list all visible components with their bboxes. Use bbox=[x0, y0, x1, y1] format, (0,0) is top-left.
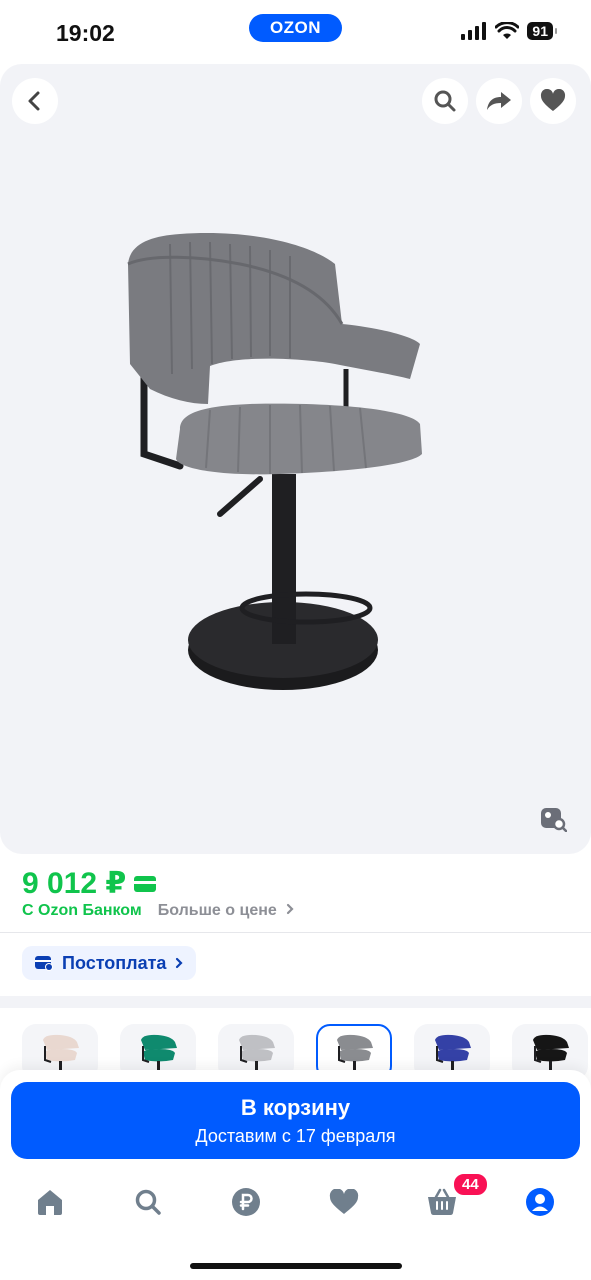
price-block: 9 012 ₽ С Ozon Банком Больше о цене Пост… bbox=[0, 856, 591, 996]
more-about-price-label: Больше о цене bbox=[157, 902, 277, 919]
search-icon bbox=[434, 90, 456, 112]
wallet-icon bbox=[35, 956, 53, 971]
tab-favorites[interactable] bbox=[324, 1182, 364, 1222]
tab-home[interactable] bbox=[30, 1182, 70, 1222]
cart-title: В корзину bbox=[240, 1095, 351, 1120]
section-separator bbox=[0, 996, 591, 1008]
ruble-icon bbox=[232, 1188, 260, 1216]
home-icon bbox=[38, 1190, 62, 1215]
cart-icon bbox=[428, 1188, 456, 1215]
cart-panel: В корзину Доставим с 17 февраля bbox=[0, 1070, 591, 1180]
price-details-row[interactable]: С Ozon Банком Больше о цене bbox=[22, 902, 295, 920]
favorite-button[interactable] bbox=[530, 78, 576, 124]
cart-count-badge: 44 bbox=[452, 1172, 489, 1197]
chevron-right-icon bbox=[176, 957, 183, 969]
share-icon bbox=[487, 92, 511, 110]
bank-card-icon bbox=[134, 875, 157, 892]
status-time: 19:02 bbox=[56, 20, 115, 46]
home-indicator bbox=[190, 1263, 402, 1269]
profile-icon bbox=[526, 1188, 554, 1216]
battery-indicator: 91 bbox=[527, 22, 557, 40]
delivery-date: Доставим с 17 февраля bbox=[195, 1126, 396, 1146]
cellular-signal-icon bbox=[461, 22, 487, 40]
heart-icon bbox=[329, 1188, 359, 1214]
heart-icon bbox=[540, 89, 566, 111]
chevron-right-icon bbox=[287, 903, 294, 915]
tab-search[interactable] bbox=[128, 1182, 168, 1222]
tab-profile[interactable] bbox=[520, 1182, 560, 1222]
product-gallery[interactable] bbox=[0, 64, 591, 854]
visual-search-button[interactable] bbox=[530, 796, 576, 842]
price-amount: 9 012 ₽ bbox=[22, 867, 127, 900]
ozon-logo: OZON bbox=[249, 14, 342, 42]
postpay-label: Постоплата bbox=[62, 952, 167, 973]
back-button[interactable] bbox=[12, 78, 58, 124]
share-button[interactable] bbox=[476, 78, 522, 124]
price[interactable]: 9 012 ₽ bbox=[22, 866, 157, 901]
divider bbox=[0, 932, 591, 933]
more-about-price-link[interactable]: Больше о цене bbox=[158, 902, 296, 920]
postpay-button[interactable]: Постоплата bbox=[22, 946, 197, 980]
image-search-icon bbox=[541, 808, 567, 832]
system-icons: 91 bbox=[461, 22, 557, 40]
tab-finance[interactable] bbox=[226, 1182, 266, 1222]
ozon-bank-label: С Ozon Банком bbox=[22, 902, 142, 919]
back-icon bbox=[28, 91, 40, 111]
search-icon bbox=[135, 1189, 161, 1215]
search-button[interactable] bbox=[422, 78, 468, 124]
wifi-icon bbox=[495, 22, 520, 39]
product-image[interactable] bbox=[110, 174, 440, 694]
add-to-cart-button[interactable]: В корзину Доставим с 17 февраля bbox=[11, 1082, 580, 1159]
status-bar: 19:02 OZON 91 bbox=[0, 0, 591, 62]
